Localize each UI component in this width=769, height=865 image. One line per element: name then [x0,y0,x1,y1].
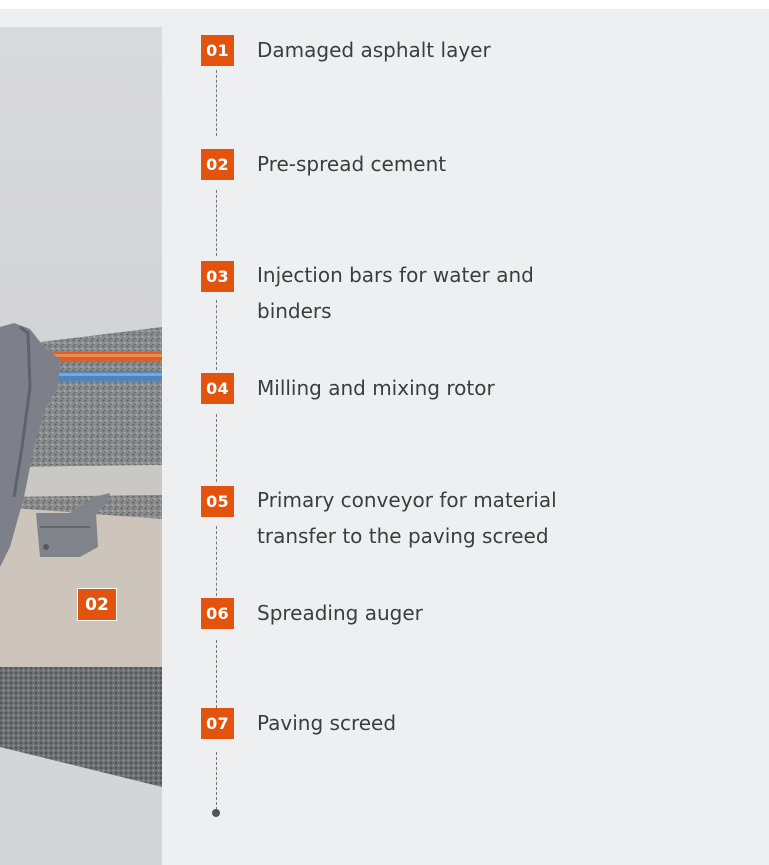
machine-cutaway-image [0,323,162,865]
step-label: Pre-spread cement [257,152,447,176]
step-label: Spreading auger [257,601,423,625]
machine-illustration: 02 [0,27,162,865]
connector-line [216,190,217,256]
step-label: Damaged asphalt layer [257,38,491,62]
image-marker-badge[interactable]: 02 [77,588,117,621]
step-label: Primary conveyor for material transfer t… [257,488,557,548]
connector-line [216,414,217,482]
connector-line [216,526,217,596]
step-number-badge: 05 [201,486,234,517]
connector-line [216,300,217,370]
connector-line [216,70,217,136]
timeline-end-dot [212,809,220,817]
connector-line [216,752,217,810]
step-number-badge: 06 [201,598,234,629]
step-label: Milling and mixing rotor [257,376,495,400]
step-number-badge: 07 [201,708,234,739]
step-label: Injection bars for water and binders [257,263,534,323]
step-label: Paving screed [257,711,397,735]
step-number-badge: 03 [201,261,234,292]
step-number-badge: 04 [201,373,234,404]
step-number-badge: 02 [201,149,234,180]
step-number-badge: 01 [201,35,234,66]
connector-line [216,640,217,708]
